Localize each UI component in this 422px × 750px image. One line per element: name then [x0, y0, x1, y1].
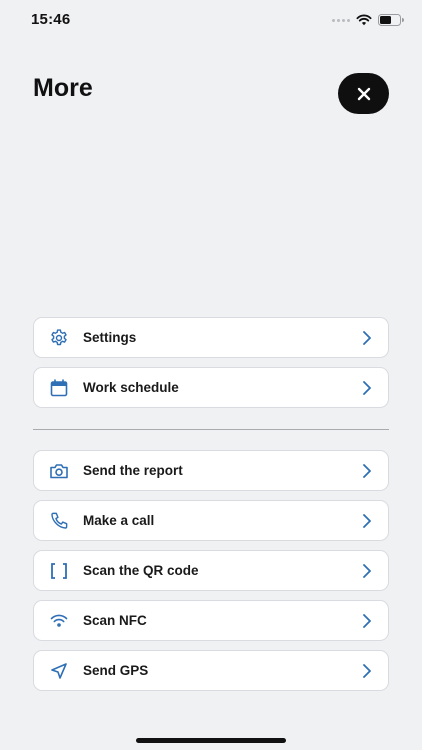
qr-brackets-icon	[48, 560, 70, 582]
menu-item-scan-nfc[interactable]: Scan NFC	[33, 600, 389, 641]
menu-item-work-schedule[interactable]: Work schedule	[33, 367, 389, 408]
close-button[interactable]	[338, 73, 389, 114]
chevron-right-icon	[360, 563, 374, 578]
calendar-icon	[48, 377, 70, 399]
cellular-signal-icon	[332, 18, 350, 22]
status-time: 15:46	[31, 11, 71, 28]
page-title: More	[33, 74, 93, 102]
wifi-status-icon	[356, 14, 372, 26]
section-divider	[33, 429, 389, 430]
battery-icon	[378, 14, 404, 26]
chevron-right-icon	[360, 380, 374, 395]
menu-item-label: Settings	[83, 330, 137, 345]
menu-item-settings[interactable]: Settings	[33, 317, 389, 358]
home-indicator	[136, 738, 286, 743]
menu-item-label: Work schedule	[83, 380, 179, 395]
menu-item-make-call[interactable]: Make a call	[33, 500, 389, 541]
wifi-icon	[48, 610, 70, 632]
chevron-right-icon	[360, 513, 374, 528]
status-icons	[332, 12, 404, 28]
menu-item-send-gps[interactable]: Send GPS	[33, 650, 389, 691]
close-icon	[357, 87, 370, 100]
status-bar: 15:46	[0, 0, 422, 42]
chevron-right-icon	[360, 663, 374, 678]
menu-item-send-report[interactable]: Send the report	[33, 450, 389, 491]
menu-item-label: Send the report	[83, 463, 183, 478]
gear-icon	[48, 327, 70, 349]
menu-item-label: Scan NFC	[83, 613, 147, 628]
menu-item-scan-qr[interactable]: Scan the QR code	[33, 550, 389, 591]
camera-icon	[48, 460, 70, 482]
menu-item-label: Make a call	[83, 513, 155, 528]
menu-item-label: Scan the QR code	[83, 563, 199, 578]
menu-item-label: Send GPS	[83, 663, 149, 678]
chevron-right-icon	[360, 330, 374, 345]
location-arrow-icon	[48, 660, 70, 682]
phone-icon	[48, 510, 70, 532]
chevron-right-icon	[360, 613, 374, 628]
chevron-right-icon	[360, 463, 374, 478]
